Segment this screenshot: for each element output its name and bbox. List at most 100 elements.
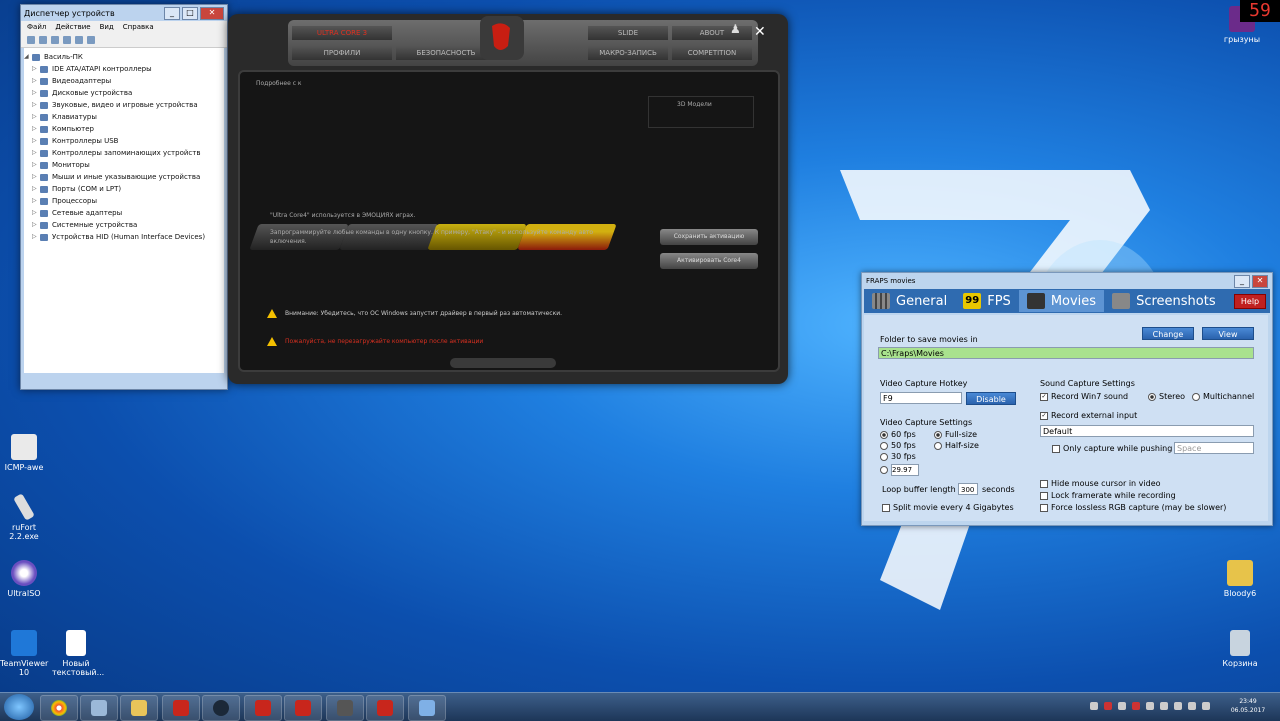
title-bar[interactable]: Диспетчер устройств _ □ ✕	[21, 5, 227, 21]
device-category-item[interactable]: ▷ Устройства HID (Human Interface Devices…	[24, 231, 224, 243]
taskbar-monitor[interactable]	[326, 695, 364, 721]
network-icon[interactable]	[1160, 702, 1168, 710]
user-icon[interactable]: ♟	[730, 22, 741, 36]
tab-general[interactable]: General	[864, 290, 955, 312]
hide-cursor-option[interactable]: Hide mouse cursor in video	[1040, 479, 1161, 488]
minimize-button[interactable]: _	[1234, 274, 1250, 288]
taskbar-bloody-1[interactable]	[162, 695, 200, 721]
tab-fps[interactable]: 99 FPS	[955, 290, 1019, 312]
fps-custom-input[interactable]: 29.97	[891, 464, 919, 476]
tab-screenshots[interactable]: Screenshots	[1104, 290, 1224, 312]
expand-arrow-icon[interactable]: ▷	[32, 75, 40, 87]
volume-icon[interactable]	[1188, 702, 1196, 710]
device-category-item[interactable]: ▷ Контроллеры USB	[24, 135, 224, 147]
tray-icon-1[interactable]	[1090, 702, 1098, 710]
expand-arrow-icon[interactable]: ▷	[32, 99, 40, 111]
lock-framerate-option[interactable]: Lock framerate while recording	[1040, 491, 1176, 500]
taskbar-device-manager[interactable]	[80, 695, 118, 721]
tab-movies[interactable]: Movies	[1018, 290, 1105, 312]
fps-30-option[interactable]: 30 fps	[880, 452, 916, 461]
menu-file[interactable]: Файл	[27, 23, 46, 31]
tab-profiles[interactable]: ПРОФИЛИ	[292, 46, 392, 60]
device-category-item[interactable]: ▷ Мониторы	[24, 159, 224, 171]
tray-icon-5[interactable]	[1146, 702, 1154, 710]
properties-icon[interactable]	[63, 36, 71, 44]
device-category-item[interactable]: ▷ Системные устройства	[24, 219, 224, 231]
taskbar-explorer[interactable]	[120, 695, 158, 721]
taskbar-paint[interactable]	[408, 695, 446, 721]
expand-arrow-icon[interactable]: ▷	[32, 195, 40, 207]
tab-ultra-core[interactable]: ULTRA CORE 3	[292, 26, 392, 40]
device-category-item[interactable]: ▷ Компьютер	[24, 123, 224, 135]
device-category-item[interactable]: ▷ Мыши и иные указывающие устройства	[24, 171, 224, 183]
save-activation-button[interactable]: Сохранить активацию	[660, 229, 758, 245]
desktop-icon-icmp[interactable]: ICMP-awe	[0, 434, 48, 472]
desktop-icon-ultraiso[interactable]: UltraISO	[0, 560, 48, 598]
device-category-item[interactable]: ▷ Контроллеры запоминающих устройств	[24, 147, 224, 159]
desktop-icon-bloody6[interactable]: Bloody6	[1216, 560, 1264, 598]
tray-icon-2[interactable]	[1104, 702, 1112, 710]
half-size-option[interactable]: Half-size	[934, 441, 979, 450]
taskbar-bloody-2[interactable]	[244, 695, 282, 721]
record-external-option[interactable]: ✓ Record external input	[1040, 411, 1137, 420]
multichannel-option[interactable]: Multichannel	[1192, 392, 1254, 401]
tray-icon-4[interactable]	[1132, 702, 1140, 710]
fps-60-option[interactable]: 60 fps	[880, 430, 916, 439]
desktop-icon-teamviewer[interactable]: TeamViewer 10	[0, 630, 48, 677]
hotkey-input[interactable]: F9	[880, 392, 962, 404]
back-icon[interactable]	[27, 36, 35, 44]
expand-arrow-icon[interactable]: ▷	[32, 111, 40, 123]
close-button[interactable]: ✕	[1252, 274, 1268, 288]
view-button[interactable]: View	[1202, 327, 1254, 340]
desktop-icon-rufort[interactable]: ruFort 2.2.exe	[0, 493, 48, 541]
record-win7-option[interactable]: ✓ Record Win7 sound	[1040, 392, 1128, 401]
expand-arrow-icon[interactable]: ▷	[32, 183, 40, 195]
device-category-item[interactable]: ▷ Порты (COM и LPT)	[24, 183, 224, 195]
tree-root[interactable]: ◢ Василь-ПК	[24, 51, 224, 63]
tab-competition[interactable]: COMPETITION	[672, 46, 752, 60]
expand-arrow-icon[interactable]: ▷	[32, 87, 40, 99]
expand-arrow-icon[interactable]: ▷	[32, 171, 40, 183]
expand-arrow-icon[interactable]: ▷	[32, 123, 40, 135]
activate-core-button[interactable]: Активировать Core4	[660, 253, 758, 269]
title-bar[interactable]: FRAPS movies _ ✕	[862, 273, 1272, 289]
desktop-icon-text-file[interactable]: Новый текстовый...	[52, 630, 104, 677]
expand-arrow-icon[interactable]: ▷	[32, 135, 40, 147]
stereo-option[interactable]: Stereo	[1148, 392, 1185, 401]
folder-path-input[interactable]: C:\Fraps\Movies	[878, 347, 1254, 359]
external-input-select[interactable]: Default	[1040, 425, 1254, 437]
maximize-button[interactable]: □	[182, 6, 198, 20]
help-icon[interactable]	[87, 36, 95, 44]
loop-buffer-input[interactable]: 300	[958, 483, 978, 495]
tray-icon-3[interactable]	[1118, 702, 1126, 710]
expand-arrow-icon[interactable]: ▷	[32, 231, 40, 243]
list-icon[interactable]	[75, 36, 83, 44]
expand-arrow-icon[interactable]: ▷	[32, 219, 40, 231]
device-category-item[interactable]: ▷ Звуковые, видео и игровые устройства	[24, 99, 224, 111]
taskbar-steam[interactable]	[202, 695, 240, 721]
fps-custom-option[interactable]: 29.97	[880, 464, 919, 476]
push-key-input[interactable]: Space	[1174, 442, 1254, 454]
device-category-item[interactable]: ▷ Дисковые устройства	[24, 87, 224, 99]
tab-slide[interactable]: SLIDE	[588, 26, 668, 40]
desktop-icon-recycle-bin[interactable]: Корзина	[1216, 630, 1264, 668]
menu-view[interactable]: Вид	[100, 23, 114, 31]
clock[interactable]: 23:49 06.05.2017	[1228, 697, 1268, 715]
menu-action[interactable]: Действие	[55, 23, 90, 31]
taskbar-bloody-4[interactable]	[366, 695, 404, 721]
expand-arrow-icon[interactable]: ▷	[32, 63, 40, 75]
expand-arrow-icon[interactable]: ▷	[32, 207, 40, 219]
close-icon[interactable]: ✕	[754, 24, 766, 40]
taskbar-bloody-3[interactable]	[284, 695, 322, 721]
change-button[interactable]: Change	[1142, 327, 1194, 340]
scroll-handle[interactable]	[450, 358, 556, 368]
menu-help[interactable]: Справка	[123, 23, 154, 31]
device-category-item[interactable]: ▷ Видеоадаптеры	[24, 75, 224, 87]
disable-button[interactable]: Disable	[966, 392, 1016, 405]
start-button[interactable]	[4, 694, 34, 720]
flag-icon[interactable]	[1174, 702, 1182, 710]
collapse-arrow-icon[interactable]: ◢	[24, 51, 32, 63]
split-movie-option[interactable]: Split movie every 4 Gigabytes	[882, 503, 1014, 512]
taskbar-chrome[interactable]	[40, 695, 78, 721]
device-category-item[interactable]: ▷ IDE ATA/ATAPI контроллеры	[24, 63, 224, 75]
